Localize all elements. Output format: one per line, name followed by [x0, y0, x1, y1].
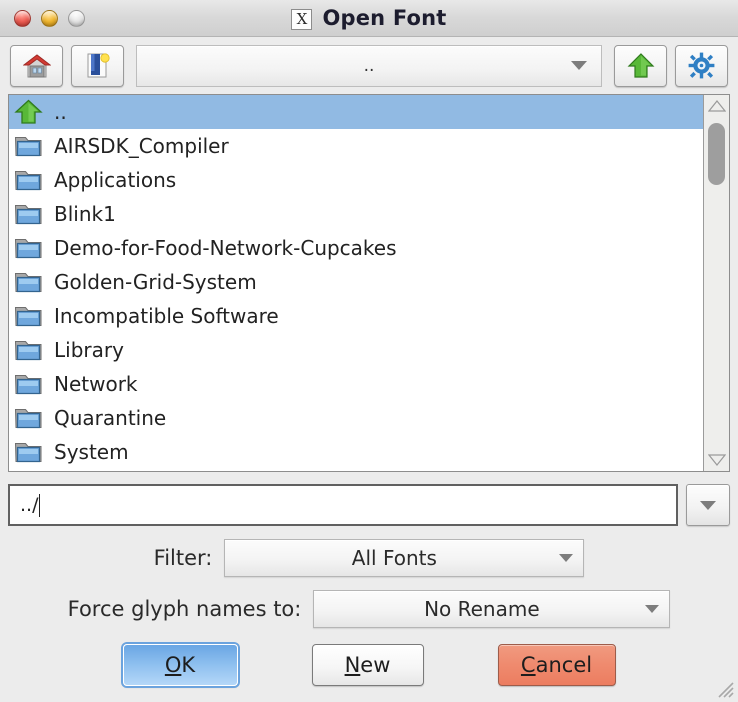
- glyph-names-value: No Rename: [424, 597, 540, 621]
- ok-label-rest: K: [181, 653, 196, 677]
- toolbar: ..: [0, 37, 738, 94]
- cancel-mnemonic: C: [520, 653, 536, 677]
- folder-icon: [14, 235, 43, 261]
- filename-row: ../: [8, 484, 730, 526]
- folder-icon: [14, 167, 43, 193]
- file-list-item[interactable]: Incompatible Software: [9, 299, 703, 333]
- close-button[interactable]: [14, 9, 31, 27]
- ok-button[interactable]: OK: [122, 644, 238, 686]
- cancel-label-rest: ancel: [535, 653, 593, 677]
- folder-icon: [14, 371, 43, 397]
- file-list-item[interactable]: Quarantine: [9, 401, 703, 435]
- file-list-item-label: Applications: [54, 168, 177, 192]
- file-list-item[interactable]: Golden-Grid-System: [9, 265, 703, 299]
- settings-button[interactable]: [675, 44, 728, 87]
- minimize-button[interactable]: [41, 9, 58, 27]
- file-list-item-label: Library: [54, 338, 124, 362]
- ok-mnemonic: O: [164, 653, 182, 677]
- scroll-up-icon[interactable]: [704, 95, 729, 117]
- file-list-item-label: Quarantine: [54, 406, 167, 430]
- bookmark-button[interactable]: [71, 44, 124, 87]
- folder-icon: [14, 133, 43, 159]
- chevron-down-icon: [700, 500, 716, 510]
- chevron-down-icon: [645, 605, 660, 613]
- bookmark-icon: [85, 52, 111, 79]
- filter-value: All Fonts: [351, 546, 437, 570]
- window-title: Open Font: [322, 6, 447, 30]
- new-label-rest: ew: [360, 653, 391, 677]
- file-list-item-label: AIRSDK_Compiler: [54, 134, 229, 158]
- file-list-item[interactable]: System: [9, 435, 703, 469]
- file-list-item-label: Blink1: [54, 202, 116, 226]
- parent-directory-button[interactable]: [614, 44, 667, 87]
- file-list-item-label: Incompatible Software: [54, 304, 279, 328]
- path-value: ..: [363, 55, 375, 76]
- file-list-item[interactable]: Demo-for-Food-Network-Cupcakes: [9, 231, 703, 265]
- file-list[interactable]: .. AIRSDK_Compiler Applications Blink1 Demo-…: [9, 95, 703, 471]
- up-arrow-icon: [14, 99, 43, 125]
- dialog-buttons: OK New Cancel: [0, 644, 738, 686]
- folder-icon: [14, 303, 43, 329]
- glyph-names-label: Force glyph names to:: [67, 597, 302, 621]
- folder-icon: [14, 269, 43, 295]
- glyph-names-select[interactable]: No Rename: [313, 590, 671, 628]
- folder-icon: [14, 201, 43, 227]
- window-controls: [14, 9, 85, 27]
- home-button[interactable]: [10, 44, 63, 87]
- resize-grip[interactable]: [716, 680, 736, 700]
- x-glyph-icon: X: [291, 8, 313, 30]
- title-container: X Open Font: [0, 0, 738, 36]
- file-list-item-label: ..: [54, 100, 67, 124]
- file-list-item[interactable]: AIRSDK_Compiler: [9, 129, 703, 163]
- up-arrow-icon: [627, 52, 655, 80]
- list-scrollbar[interactable]: [703, 95, 729, 471]
- chevron-down-icon: [571, 61, 587, 70]
- filter-row: Filter: All Fonts: [0, 539, 738, 577]
- file-list-item[interactable]: Network: [9, 367, 703, 401]
- new-mnemonic: N: [344, 653, 361, 677]
- file-list-item[interactable]: Applications: [9, 163, 703, 197]
- cancel-button[interactable]: Cancel: [497, 644, 616, 686]
- file-list-item-label: System: [54, 440, 129, 464]
- new-button[interactable]: New: [311, 644, 424, 686]
- maximize-button[interactable]: [68, 9, 85, 27]
- filter-select[interactable]: All Fonts: [224, 539, 585, 577]
- folder-icon: [14, 405, 43, 431]
- scroll-down-icon[interactable]: [704, 449, 729, 471]
- scrollbar-track[interactable]: [704, 117, 729, 449]
- glyph-names-row: Force glyph names to: No Rename: [0, 590, 738, 628]
- file-list-item[interactable]: Library: [9, 333, 703, 367]
- folder-icon: [14, 439, 43, 465]
- file-list-item[interactable]: Blink1: [9, 197, 703, 231]
- file-list-item-label: Golden-Grid-System: [54, 270, 257, 294]
- scrollbar-thumb[interactable]: [708, 123, 725, 185]
- filename-input[interactable]: ../: [8, 484, 678, 526]
- filename-history-button[interactable]: [686, 484, 730, 526]
- filename-value: ../: [20, 494, 39, 516]
- text-caret: [39, 493, 41, 517]
- open-font-dialog: X Open Font .. .. AIRSDK_Compiler Applic…: [0, 0, 738, 702]
- file-list-item-label: Demo-for-Food-Network-Cupcakes: [54, 236, 397, 260]
- file-browser: .. AIRSDK_Compiler Applications Blink1 Demo-…: [8, 94, 730, 472]
- home-icon: [22, 53, 51, 79]
- file-list-item[interactable]: ..: [9, 95, 703, 129]
- file-list-item-label: Network: [54, 372, 138, 396]
- titlebar: X Open Font: [0, 0, 738, 37]
- path-dropdown[interactable]: ..: [136, 44, 602, 87]
- folder-icon: [14, 337, 43, 363]
- chevron-down-icon: [559, 554, 574, 562]
- filter-label: Filter:: [153, 546, 213, 570]
- gear-icon: [688, 52, 715, 79]
